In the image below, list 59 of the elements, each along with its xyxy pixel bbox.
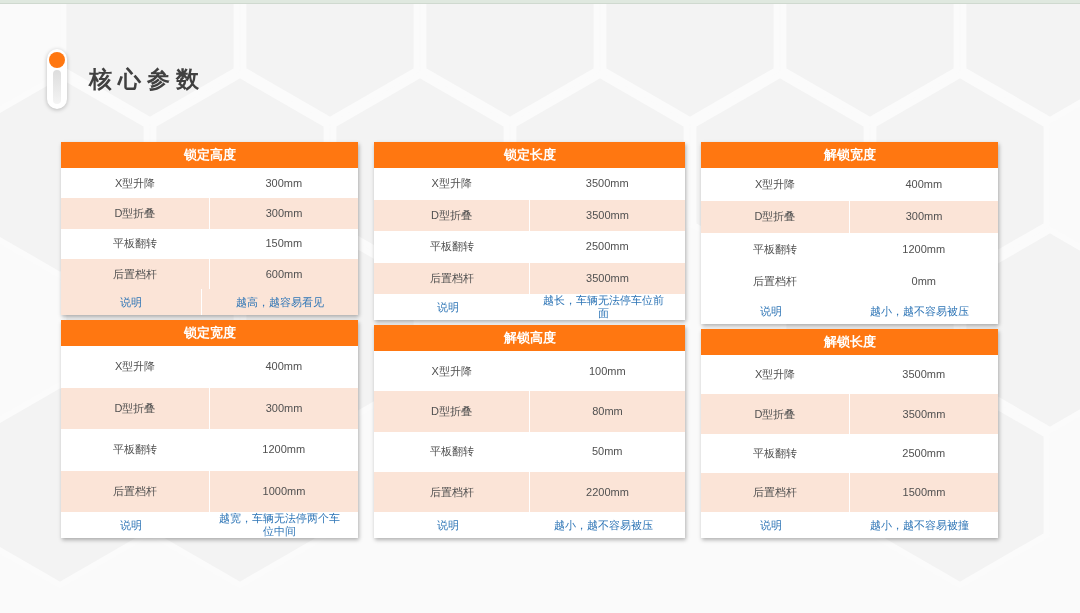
- note-label: 说明: [119, 517, 144, 533]
- table-cell-text: D型折叠: [113, 206, 157, 222]
- note-label: 说明: [435, 299, 460, 315]
- note-label: 说明: [759, 303, 784, 319]
- note-label: 说明: [119, 294, 143, 310]
- table-cell-text: 平板翻转: [752, 445, 799, 461]
- table-cell-text: D型折叠: [753, 209, 797, 225]
- table-cell-text: 0mm: [910, 274, 937, 290]
- table-cell-text: 50mm: [590, 444, 624, 460]
- table-cell-text: X型升降: [754, 367, 797, 383]
- table-cell-text: 平板翻转: [752, 241, 799, 257]
- table-cell-text: 平板翻转: [428, 239, 475, 255]
- table-header: 解锁高度: [374, 325, 685, 351]
- table-cell: 300mm: [209, 198, 358, 229]
- table-cell-text: 3500mm: [901, 367, 947, 383]
- table-cell-text: 后置档杆: [752, 485, 798, 501]
- table-cell-text: 后置档杆: [752, 274, 799, 290]
- note-text: 越小，越不容易被撞: [869, 517, 971, 533]
- note-text: 越小，越不容易被压: [552, 517, 654, 533]
- table-header: 锁定宽度: [61, 320, 358, 346]
- table-cell-text: 150mm: [264, 236, 304, 252]
- table-cell-text: 3500mm: [584, 176, 630, 192]
- table-cell-text: 1200mm: [901, 241, 947, 257]
- table-cell-text: D型折叠: [753, 406, 797, 422]
- slide-title: 核心参数: [89, 64, 205, 94]
- table-cell-text: 100mm: [587, 363, 627, 379]
- note-text: 越长，车辆无法停车位前面: [541, 294, 665, 320]
- table-cell-text: 2500mm: [901, 445, 947, 461]
- table-header: 锁定高度: [61, 142, 358, 168]
- table-cell-text: 300mm: [264, 175, 304, 191]
- table-cell-text: 后置档杆: [112, 266, 158, 282]
- table-cell-text: 平板翻转: [428, 444, 475, 460]
- table-cell-text: 1200mm: [261, 442, 307, 458]
- table-cell: 3500mm: [849, 394, 998, 434]
- table-header: 解锁长度: [701, 329, 998, 355]
- note-text: 越高，越容易看见: [201, 289, 358, 315]
- note-label: 说明: [759, 517, 784, 533]
- note-label: 说明: [435, 517, 460, 533]
- table-cell-text: 后置档杆: [112, 483, 158, 499]
- table-cell-text: 2500mm: [584, 239, 630, 255]
- table-cell-text: X型升降: [114, 175, 157, 191]
- note-text: 越小，越不容易被压: [869, 303, 971, 319]
- table-cell-text: X型升降: [430, 176, 473, 192]
- table-cell-text: D型折叠: [430, 207, 473, 223]
- table-cell-text: 400mm: [264, 359, 304, 375]
- table-cell-text: 平板翻转: [112, 442, 159, 458]
- table-cell: 80mm: [529, 391, 685, 432]
- note-text: 越宽，车辆无法停两个车位中间: [218, 512, 342, 538]
- table-cell-text: D型折叠: [430, 404, 473, 420]
- table-cell-text: 平板翻转: [112, 236, 159, 252]
- table-cell-text: 后置档杆: [428, 484, 475, 500]
- table-header: 锁定长度: [374, 142, 685, 168]
- table-cell-text: X型升降: [430, 363, 473, 379]
- table-cell-text: X型升降: [114, 359, 157, 375]
- table-cell-text: 后置档杆: [428, 270, 475, 286]
- table-cell-text: 400mm: [904, 176, 944, 192]
- table-header: 解锁宽度: [701, 142, 998, 168]
- table-cell-text: D型折叠: [113, 400, 157, 416]
- table-cell-text: X型升降: [754, 176, 797, 192]
